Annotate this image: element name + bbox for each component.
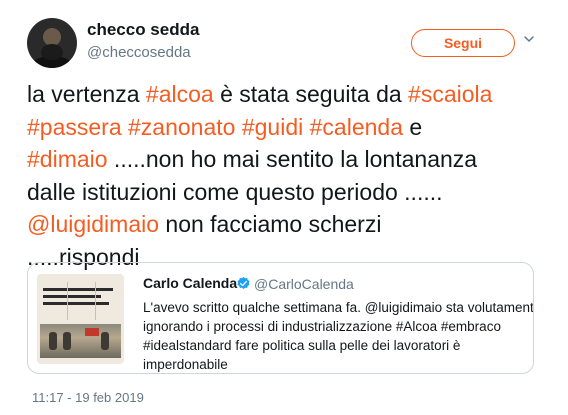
quoted-text-line: #idealstandard fare politica sulla pelle… (143, 338, 461, 353)
tweet-text-segment: non facciamo scherzi (159, 211, 382, 237)
quoted-tweet-image (37, 274, 124, 364)
quoted-text-line: ignorando i processi di industrializzazi… (143, 319, 501, 334)
quoted-author-name: Carlo Calenda (143, 275, 238, 291)
chevron-down-icon[interactable] (524, 36, 534, 45)
hashtag-link[interactable]: #scaiola (408, 81, 492, 107)
quoted-tweet[interactable]: Carlo Calenda @CarloCalenda L'avevo scri… (27, 262, 534, 374)
tweet-text-line: dalle istituzioni come questo periodo ..… (27, 176, 552, 209)
tweet-text-line: la vertenza #alcoa è stata seguita da #s… (27, 78, 552, 111)
hashtag-link[interactable]: #alcoa (146, 81, 214, 107)
tweet-timestamp[interactable]: 11:17 - 19 feb 2019 (32, 390, 144, 405)
quoted-text-line: L'avevo scritto qualche settimana fa. @l… (143, 300, 534, 315)
tweet-text-line: @luigidimaio non facciamo scherzi (27, 208, 552, 241)
avatar-beard (41, 44, 63, 60)
avatar[interactable] (27, 18, 77, 68)
hashtag-link[interactable]: #zanonato (128, 114, 235, 140)
tweet-text-segment: la vertenza (27, 81, 146, 107)
tweet-text-segment: è stata seguita da (213, 81, 409, 107)
hashtag-link[interactable]: #guidi (242, 114, 303, 140)
tweet-text-line: #dimaio .....non ho mai sentito la lonta… (27, 143, 552, 176)
mention-link[interactable]: @luigidimaio (27, 211, 159, 237)
hashtag-link[interactable]: #calenda (310, 114, 403, 140)
follow-button[interactable]: Segui (411, 29, 515, 57)
hashtag-link[interactable]: #passera (27, 114, 122, 140)
author-name[interactable]: checco sedda (87, 20, 199, 40)
tweet-text-segment: .....non ho mai sentito la lontananza (107, 146, 478, 172)
hashtag-link[interactable]: #dimaio (27, 146, 108, 172)
quoted-author-handle: @CarloCalenda (254, 276, 354, 292)
tweet-text-segment: e (402, 113, 423, 140)
quoted-text-line: imperdonabile (143, 357, 228, 372)
tweet-text-line: #passera #zanonato #guidi #calenda e (27, 111, 552, 144)
tweet-text-segment: dalle istituzioni come questo periodo ..… (27, 178, 443, 205)
tweet-text: la vertenza #alcoa è stata seguita da #s… (27, 78, 552, 273)
tweet-card: checco sedda @checcosedda Segui la verte… (0, 0, 568, 415)
verified-badge-icon (236, 276, 251, 291)
quoted-tweet-text: L'avevo scritto qualche settimana fa. @l… (143, 298, 534, 373)
author-handle[interactable]: @checcosedda (87, 44, 191, 61)
